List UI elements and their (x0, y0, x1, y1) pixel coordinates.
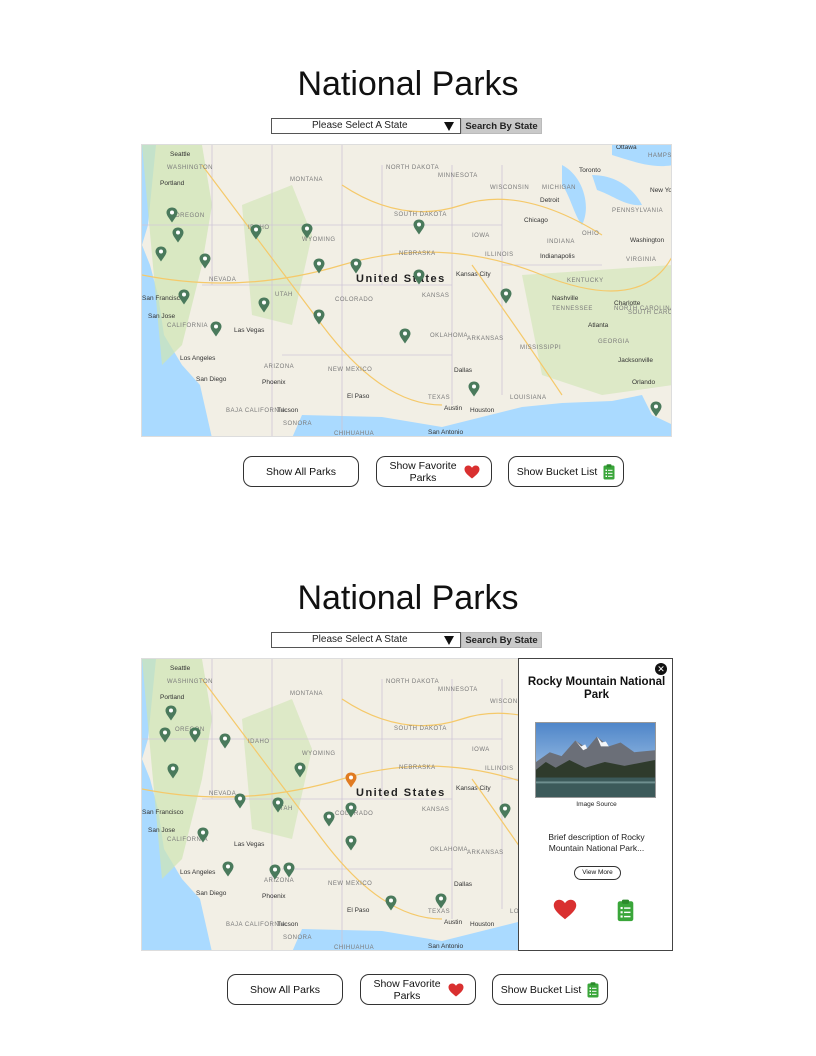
map-city-label: Dallas (454, 881, 473, 888)
show-favorite-parks-label: Show Favorite Parks (373, 977, 441, 1002)
page-title: National Parks (297, 579, 519, 617)
show-bucket-list-button[interactable]: Show Bucket List (492, 974, 608, 1005)
view-more-button[interactable]: View More (574, 866, 621, 880)
park-detail-panel: ✕ Rocky Mountain National Park Image Sou… (518, 658, 673, 951)
show-favorite-parks-button[interactable]: Show Favorite Parks (360, 974, 476, 1005)
map-pin-icon[interactable] (499, 803, 511, 819)
show-all-parks-label: Show All Parks (249, 983, 321, 996)
map-state-label: WASHINGTON (167, 679, 214, 685)
park-photo (535, 722, 656, 798)
close-icon[interactable]: ✕ (655, 663, 667, 675)
map-state-label: OKLAHOMA (430, 847, 469, 853)
state-search-bar: Please Select A State Search By State (271, 632, 542, 648)
map-state-label: IDAHO (248, 739, 270, 745)
map-city-label: Phoenix (262, 893, 286, 900)
map-city-label: Houston (470, 921, 495, 928)
map-state-label: CHIHUAHUA (334, 945, 375, 951)
image-source-link[interactable]: Image Source (519, 801, 674, 808)
map-pin-icon[interactable] (385, 895, 397, 911)
clipboard-list-icon (587, 981, 599, 997)
map-pin-icon[interactable] (435, 893, 447, 909)
map-state-label: KANSAS (422, 807, 450, 813)
map-state-label: NEBRASKA (399, 765, 436, 771)
clipboard-list-icon[interactable] (617, 899, 634, 922)
search-by-state-button[interactable]: Search By State (461, 632, 542, 648)
map-pin-icon[interactable] (323, 811, 335, 827)
map-state-label: ILLINOIS (485, 766, 514, 772)
map-city-label: San Jose (148, 827, 176, 834)
heart-icon (448, 983, 464, 996)
map-state-label: NEVADA (209, 791, 237, 797)
state-select[interactable]: Please Select A State (271, 632, 461, 648)
map-pin-icon[interactable] (222, 861, 234, 877)
map-city-label: Kansas City (456, 785, 491, 792)
map-pin-icon[interactable] (189, 727, 201, 743)
heart-icon[interactable] (553, 899, 577, 920)
map-state-label: NEW MEXICO (328, 881, 373, 887)
map-state-label: MINNESOTA (438, 687, 478, 693)
map-city-label: Los Angeles (180, 869, 216, 876)
map-state-label: SONORA (283, 935, 313, 941)
map-city-label: Seattle (170, 665, 191, 672)
map-pin-icon[interactable] (269, 864, 281, 880)
map-pin-icon[interactable] (272, 797, 284, 813)
map-city-label: Austin (444, 919, 463, 926)
map-pin-icon[interactable] (294, 762, 306, 778)
map-city-label: Portland (160, 694, 185, 701)
map-pin-icon[interactable] (167, 763, 179, 779)
state-select-value: Please Select A State (312, 634, 408, 645)
map-state-label: MONTANA (290, 691, 324, 697)
map-pin-icon[interactable] (159, 727, 171, 743)
map-state-label: SOUTH DAKOTA (394, 726, 447, 732)
map-state-label: IOWA (472, 747, 490, 753)
map-pin-icon[interactable] (234, 793, 246, 809)
map-city-label: Tucson (277, 921, 299, 928)
show-all-parks-button[interactable]: Show All Parks (227, 974, 343, 1005)
map-city-label: El Paso (347, 907, 370, 914)
map-state-label: WYOMING (302, 751, 336, 757)
map-state-label: NORTH DAKOTA (386, 679, 440, 685)
map-state-label: ARKANSAS (467, 850, 504, 856)
triangle-down-icon (444, 636, 454, 645)
park-description: Brief description of Rocky Mountain Nati… (548, 832, 645, 853)
map-pin-icon[interactable] (165, 705, 177, 721)
map-pin-icon[interactable] (197, 827, 209, 843)
screen-park-detail-view: National Parks Please Select A State Sea… (0, 0, 816, 1056)
map-pin-icon[interactable] (219, 733, 231, 749)
map-pin-icon[interactable] (283, 862, 295, 878)
map-city-label: Las Vegas (234, 841, 265, 848)
map-country-label: United States (356, 787, 446, 799)
map-pin-icon[interactable] (345, 835, 357, 851)
selected-map-pin-icon[interactable] (345, 772, 357, 788)
map-city-label: San Francisco (142, 809, 184, 816)
map-city-label: San Antonio (428, 943, 464, 950)
show-bucket-list-label: Show Bucket List (500, 983, 582, 996)
park-name: Rocky Mountain National Park (527, 676, 666, 701)
map-city-label: San Diego (196, 890, 227, 897)
map-state-label: TEXAS (428, 909, 451, 915)
map-pin-icon[interactable] (345, 802, 357, 818)
